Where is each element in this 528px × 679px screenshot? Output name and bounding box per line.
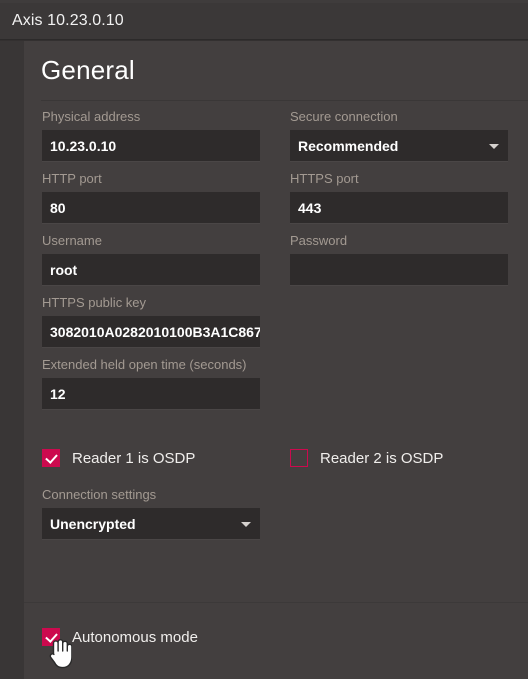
header-divider [41,100,528,101]
form-row: Username root Password [24,233,528,295]
window-title: Axis 10.23.0.10 [12,12,124,29]
reader1-osdp-checkbox[interactable] [42,449,60,467]
autonomous-mode-row[interactable]: Autonomous mode [42,628,198,646]
field-https-port: HTTPS port 443 [290,171,508,224]
field-label: Physical address [42,109,141,124]
field-http-port: HTTP port 80 [42,171,260,224]
field-extended-held-open-time: Extended held open time (seconds) 12 [42,357,260,410]
page-title: General [41,55,135,85]
application-window: Axis 10.23.0.10 General Physical address… [0,0,528,679]
form-row: Extended held open time (seconds) 12 [24,357,528,419]
title-bar: Axis 10.23.0.10 [0,3,528,40]
general-settings-panel: General Physical address 10.23.0.10 Secu… [24,41,528,679]
footer-divider [24,602,528,603]
connection-settings-value: Unencrypted [50,516,136,532]
panel-header: General [24,41,528,100]
password-input[interactable] [290,254,508,286]
physical-address-input[interactable]: 10.23.0.10 [42,130,260,162]
form-row: HTTPS public key 3082010A0282010100B3A1C… [24,295,528,357]
left-rail [0,41,24,679]
reader2-osdp-row[interactable]: Reader 2 is OSDP [290,449,443,467]
field-label: Connection settings [42,487,157,502]
settings-form: Physical address 10.23.0.10 Secure conne… [24,109,528,419]
http-port-input[interactable]: 80 [42,192,260,224]
connection-settings-select[interactable]: Unencrypted [42,508,260,540]
username-input[interactable]: root [42,254,260,286]
field-secure-connection: Secure connection Recommended [290,109,508,162]
chevron-down-icon [489,144,499,149]
secure-connection-select[interactable]: Recommended [290,130,508,162]
https-port-input[interactable]: 443 [290,192,508,224]
field-label: Password [290,233,348,248]
field-physical-address: Physical address 10.23.0.10 [42,109,260,162]
field-label: HTTPS public key [42,295,147,310]
reader1-osdp-row[interactable]: Reader 1 is OSDP [42,449,195,467]
reader2-osdp-label: Reader 2 is OSDP [320,449,444,467]
chevron-down-icon [241,522,251,527]
autonomous-mode-checkbox[interactable] [42,628,60,646]
field-label: HTTPS port [290,171,359,186]
field-label: Secure connection [290,109,398,124]
secure-connection-value: Recommended [298,138,399,154]
field-username: Username root [42,233,260,286]
extended-held-open-time-input[interactable]: 12 [42,378,260,410]
field-connection-settings: Connection settings Unencrypted [42,487,260,540]
autonomous-mode-label: Autonomous mode [72,628,198,646]
field-https-public-key: HTTPS public key 3082010A0282010100B3A1C… [42,295,260,348]
field-label: HTTP port [42,171,102,186]
field-password: Password [290,233,508,286]
form-row: HTTP port 80 HTTPS port 443 [24,171,528,233]
reader2-osdp-checkbox[interactable] [290,449,308,467]
field-label: Extended held open time (seconds) [42,357,247,372]
reader1-osdp-label: Reader 1 is OSDP [72,449,196,467]
https-public-key-input[interactable]: 3082010A0282010100B3A1C867 [42,316,260,348]
field-label: Username [42,233,102,248]
form-row: Physical address 10.23.0.10 Secure conne… [24,109,528,171]
